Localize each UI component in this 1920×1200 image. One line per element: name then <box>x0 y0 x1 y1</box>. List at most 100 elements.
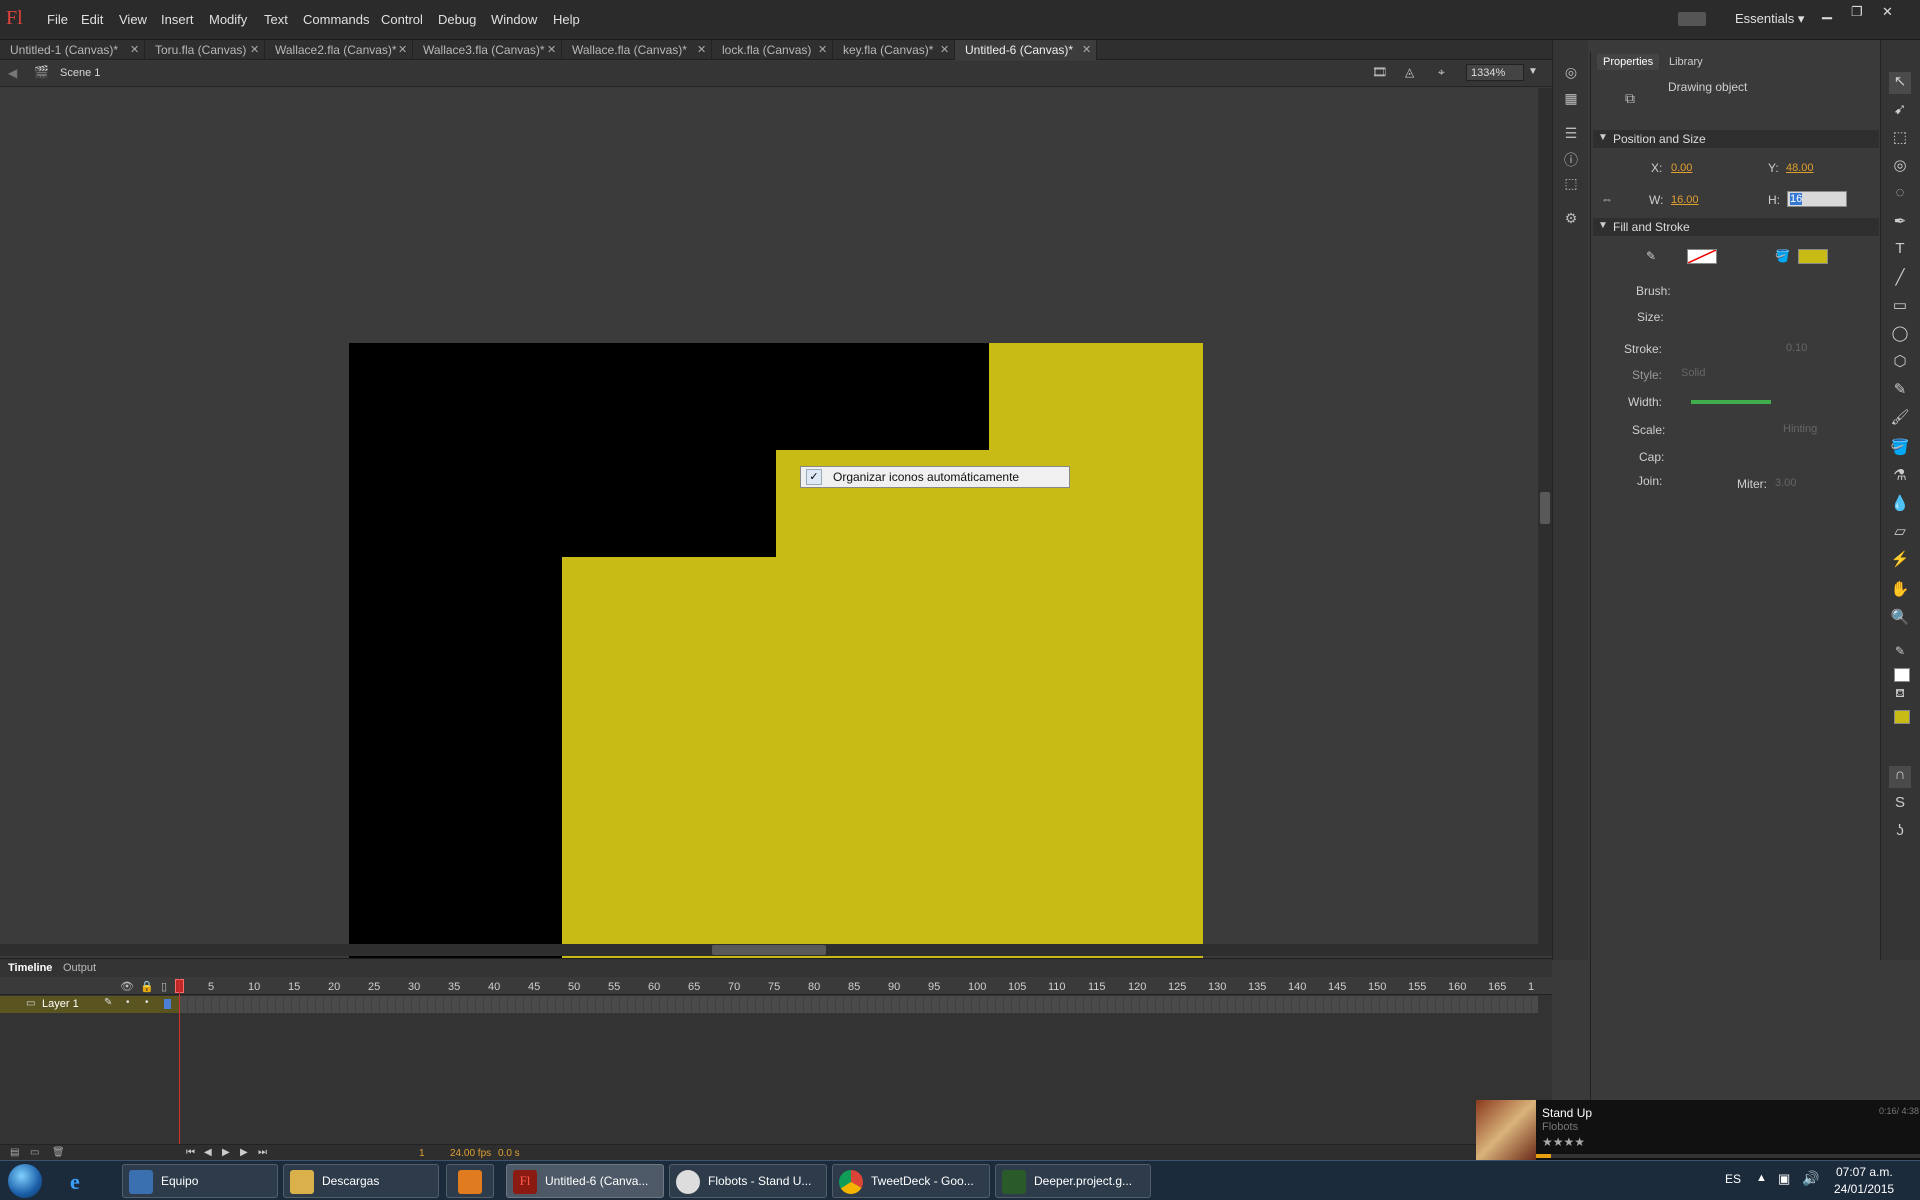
selection-tool-icon[interactable]: ↖ <box>1889 72 1911 94</box>
close-icon[interactable]: ✕ <box>940 43 949 56</box>
black-shape[interactable] <box>349 343 989 450</box>
pen-tool-icon[interactable]: ✒ <box>1889 212 1911 234</box>
horizontal-scroll-thumb[interactable] <box>712 945 826 955</box>
smooth-icon[interactable]: S <box>1889 794 1911 816</box>
layer-name[interactable]: Layer 1 <box>42 998 79 1010</box>
hand-tool-icon[interactable]: ✋ <box>1889 580 1911 602</box>
tab-output[interactable]: Output <box>63 962 96 974</box>
tab-untitled-1[interactable]: Untitled-1 (Canvas)* ✕ <box>0 40 145 60</box>
next-frame-icon[interactable]: ▶ <box>240 1147 248 1158</box>
close-icon[interactable]: ✕ <box>697 43 706 56</box>
width-preview[interactable] <box>1691 400 1771 404</box>
tab-wallace2[interactable]: Wallace2.fla (Canvas)* ✕ <box>265 40 413 60</box>
minimize-icon[interactable]: ▁ <box>1822 4 1832 20</box>
internet-explorer-icon[interactable]: e <box>70 1169 80 1195</box>
start-button[interactable] <box>8 1164 42 1198</box>
subselection-tool-icon[interactable]: ➹ <box>1889 100 1911 122</box>
x-value[interactable]: 0.00 <box>1671 162 1692 174</box>
tab-toru[interactable]: Toru.fla (Canvas) ✕ <box>145 40 265 60</box>
taskbar-flobots[interactable]: Flobots - Stand U... <box>669 1164 827 1198</box>
tab-key[interactable]: key.fla (Canvas)* ✕ <box>833 40 955 60</box>
free-transform-icon[interactable]: ⬚ <box>1889 128 1911 150</box>
last-frame-icon[interactable]: ⏭ <box>258 1147 267 1158</box>
pencil-icon[interactable]: ✎ <box>104 997 112 1008</box>
vertical-scroll-thumb[interactable] <box>1540 492 1550 524</box>
layer-color-swatch[interactable] <box>164 999 171 1009</box>
rating-stars[interactable]: ★★★★ <box>1542 1135 1585 1149</box>
taskbar-tweetdeck[interactable]: TweetDeck - Goo... <box>832 1164 990 1198</box>
fill-color-icon[interactable]: ⛾ <box>1889 686 1911 708</box>
track-progress[interactable] <box>1536 1154 1920 1158</box>
oval-tool-icon[interactable]: ◯ <box>1889 324 1911 346</box>
hinting-label[interactable]: Hinting <box>1783 423 1817 435</box>
close-icon[interactable]: ✕ <box>547 43 556 56</box>
taskbar-descargas[interactable]: Descargas <box>283 1164 439 1198</box>
align-icon[interactable]: ☰ <box>1561 125 1581 145</box>
zoom-dropdown-icon[interactable]: ▼ <box>1528 66 1538 77</box>
link-icon[interactable]: ⇔ <box>1601 192 1613 206</box>
new-layer-icon[interactable]: ▤ <box>10 1147 19 1158</box>
lock-dot[interactable]: • <box>145 997 149 1008</box>
tab-lock[interactable]: lock.fla (Canvas) ✕ <box>712 40 833 60</box>
components-icon[interactable]: ▦ <box>1561 90 1581 110</box>
back-arrow-icon[interactable]: ◀ <box>8 66 17 80</box>
stroke-color-swatch[interactable] <box>1687 249 1717 264</box>
taskbar-equipo[interactable]: Equipo <box>122 1164 278 1198</box>
close-icon[interactable]: ✕ <box>1882 4 1893 20</box>
tab-wallace[interactable]: Wallace.fla (Canvas)* ✕ <box>562 40 712 60</box>
restore-icon[interactable]: ❐ <box>1851 4 1863 20</box>
workspace-switcher[interactable]: Essentials ▾ <box>1735 11 1804 27</box>
clock-date[interactable]: 24/01/2015 <box>1834 1182 1894 1196</box>
ink-bottle-icon[interactable]: ⚗ <box>1889 466 1911 488</box>
tab-library[interactable]: Library <box>1663 54 1709 70</box>
y-value[interactable]: 48.00 <box>1786 162 1814 174</box>
zoom-tool-icon[interactable]: 🔍 <box>1889 608 1911 630</box>
frame-ruler[interactable]: 👁 🔒 ▯ 1 5 10 15 20 25 30 35 40 45 50 55 … <box>0 977 1552 995</box>
3d-rotation-icon[interactable]: ◎ <box>1889 156 1911 178</box>
line-tool-icon[interactable]: ╱ <box>1889 268 1911 290</box>
pasteboard[interactable] <box>0 88 1538 1032</box>
zoom-input[interactable]: 1334% <box>1466 64 1524 81</box>
menu-view[interactable]: View <box>119 12 147 27</box>
show-hidden-icons[interactable]: ▲ <box>1756 1172 1767 1184</box>
polystar-icon[interactable]: ⬡ <box>1889 352 1911 374</box>
edit-scene-icon[interactable]: 🎞 <box>1372 65 1387 79</box>
clock-time[interactable]: 07:07 a.m. <box>1836 1165 1893 1179</box>
taskbar-deeper[interactable]: Deeper.project.g... <box>995 1164 1151 1198</box>
eyedropper-icon[interactable]: 💧 <box>1889 494 1911 516</box>
frames-row[interactable] <box>180 996 1538 1013</box>
layer-row[interactable]: ▭ Layer 1 ✎ • • <box>0 996 180 1013</box>
menu-help[interactable]: Help <box>553 12 580 27</box>
brush-tool-icon[interactable]: 🖌 <box>1889 408 1911 430</box>
outline-icon[interactable]: ▯ <box>161 980 167 993</box>
menu-file[interactable]: File <box>47 12 68 27</box>
close-icon[interactable]: ✕ <box>130 43 139 56</box>
width-tool-icon[interactable]: ⚡ <box>1889 550 1911 572</box>
delete-icon[interactable]: 🗑 <box>52 1147 65 1158</box>
menu-commands[interactable]: Commands <box>303 12 369 27</box>
taskbar-flash[interactable]: Fl Untitled-6 (Canva... <box>506 1164 664 1198</box>
section-position-size[interactable]: Position and Size <box>1593 130 1879 148</box>
tab-timeline[interactable]: Timeline <box>8 962 52 974</box>
motion-presets-icon[interactable]: ◎ <box>1561 64 1581 84</box>
menu-text[interactable]: Text <box>264 12 288 27</box>
fill-color-swatch[interactable] <box>1798 249 1828 264</box>
close-icon[interactable]: ✕ <box>398 43 407 56</box>
eraser-icon[interactable]: ▱ <box>1889 522 1911 544</box>
menu-edit[interactable]: Edit <box>81 12 103 27</box>
pencil-tool-icon[interactable]: ✎ <box>1889 380 1911 402</box>
info-icon[interactable]: ⓘ <box>1561 150 1581 170</box>
black-shape[interactable] <box>349 557 562 983</box>
close-icon[interactable]: ✕ <box>1082 43 1091 56</box>
transform-icon[interactable]: ⬚ <box>1561 175 1581 195</box>
menu-modify[interactable]: Modify <box>209 12 247 27</box>
edit-symbol-icon[interactable]: ◬ <box>1405 65 1414 79</box>
current-frame[interactable]: 1 <box>419 1148 425 1159</box>
paint-bucket-icon[interactable]: 🪣 <box>1889 438 1911 460</box>
close-icon[interactable]: ✕ <box>818 43 827 56</box>
sync-settings-icon[interactable] <box>1678 12 1706 26</box>
language-indicator[interactable]: ES <box>1725 1172 1741 1186</box>
tab-wallace3[interactable]: Wallace3.fla (Canvas)* ✕ <box>413 40 562 60</box>
w-value[interactable]: 16.00 <box>1671 194 1699 206</box>
lasso-icon[interactable]: ◌ <box>1889 184 1911 206</box>
